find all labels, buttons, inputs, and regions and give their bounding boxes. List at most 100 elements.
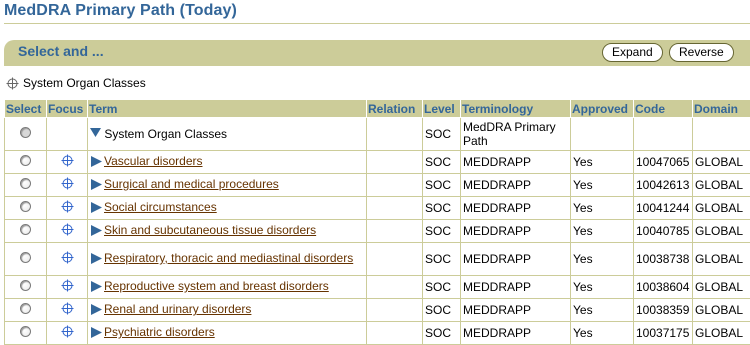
select-cell xyxy=(5,151,47,174)
select-radio xyxy=(20,127,31,138)
table-row: Renal and urinary disordersSOCMEDDRAPPYe… xyxy=(5,299,750,322)
focus-target-icon[interactable] xyxy=(61,154,74,167)
approved-cell xyxy=(571,118,634,151)
relation-cell xyxy=(367,322,423,345)
level-cell: SOC xyxy=(423,276,461,299)
focus-target-icon[interactable] xyxy=(61,302,74,315)
table-row: Reproductive system and breast disorders… xyxy=(5,276,750,299)
focus-target-icon[interactable] xyxy=(61,279,74,292)
code-cell: 10038604 xyxy=(634,276,693,299)
column-header-approved: Approved xyxy=(571,100,634,118)
select-cell xyxy=(5,276,47,299)
select-radio[interactable] xyxy=(20,201,31,212)
table-header-row: Select Focus Term Relation Level Termino… xyxy=(5,100,750,118)
focus-target-icon[interactable] xyxy=(6,77,19,90)
approved-cell: Yes xyxy=(571,151,634,174)
select-radio[interactable] xyxy=(20,252,31,263)
term-cell: System Organ Classes xyxy=(88,118,367,151)
focus-cell xyxy=(47,118,88,151)
approved-cell: Yes xyxy=(571,276,634,299)
level-cell: SOC xyxy=(423,220,461,243)
code-cell: 10038359 xyxy=(634,299,693,322)
relation-cell xyxy=(367,197,423,220)
focus-cell xyxy=(47,151,88,174)
focus-target-icon[interactable] xyxy=(61,325,74,338)
focus-cell xyxy=(47,243,88,276)
approved-cell: Yes xyxy=(571,197,634,220)
select-bar-title: Select and ... xyxy=(18,43,104,59)
focus-target-icon[interactable] xyxy=(61,251,74,264)
term-cell: Renal and urinary disorders xyxy=(88,299,367,322)
level-cell: SOC xyxy=(423,174,461,197)
expand-triangle-icon[interactable] xyxy=(90,327,102,341)
approved-cell: Yes xyxy=(571,322,634,345)
select-cell xyxy=(5,322,47,345)
terminology-cell: MEDDRAPP xyxy=(461,322,571,345)
expand-button[interactable]: Expand xyxy=(602,43,663,62)
focus-target-icon[interactable] xyxy=(61,223,74,236)
term-link[interactable]: Skin and subcutaneous tissue disorders xyxy=(104,223,316,237)
term-link[interactable]: Surgical and medical procedures xyxy=(104,177,279,191)
approved-cell: Yes xyxy=(571,174,634,197)
term-link[interactable]: Vascular disorders xyxy=(104,154,202,168)
term-link[interactable]: Renal and urinary disorders xyxy=(104,302,251,316)
reverse-button[interactable]: Reverse xyxy=(669,43,734,62)
expand-triangle-icon[interactable] xyxy=(90,156,102,170)
expand-triangle-icon[interactable] xyxy=(90,281,102,295)
focus-cell xyxy=(47,174,88,197)
relation-cell xyxy=(367,220,423,243)
relation-cell xyxy=(367,299,423,322)
select-radio[interactable] xyxy=(20,326,31,337)
column-header-code: Code xyxy=(634,100,693,118)
level-cell: SOC xyxy=(423,118,461,151)
code-cell: 10040785 xyxy=(634,220,693,243)
column-header-term: Term xyxy=(88,100,367,118)
term-cell: Psychiatric disorders xyxy=(88,322,367,345)
term-link[interactable]: Reproductive system and breast disorders xyxy=(104,279,329,293)
level-cell: SOC xyxy=(423,322,461,345)
expand-triangle-icon[interactable] xyxy=(90,304,102,318)
select-cell xyxy=(5,118,47,151)
expand-triangle-icon[interactable] xyxy=(90,179,102,193)
code-cell xyxy=(634,118,693,151)
focus-cell xyxy=(47,220,88,243)
select-radio[interactable] xyxy=(20,303,31,314)
expand-triangle-icon[interactable] xyxy=(90,253,102,267)
relation-cell xyxy=(367,276,423,299)
term-cell: Social circumstances xyxy=(88,197,367,220)
breadcrumb-label: System Organ Classes xyxy=(23,76,146,90)
domain-cell: GLOBAL xyxy=(693,220,750,243)
approved-cell: Yes xyxy=(571,243,634,276)
table-row: Psychiatric disordersSOCMEDDRAPPYes10037… xyxy=(5,322,750,345)
terminology-cell: MEDDRAPP xyxy=(461,299,571,322)
focus-target-icon[interactable] xyxy=(61,177,74,190)
select-cell xyxy=(5,197,47,220)
select-and-bar: Select and ... Expand Reverse xyxy=(4,40,750,66)
term-link[interactable]: Respiratory, thoracic and mediastinal di… xyxy=(104,251,353,265)
domain-cell: GLOBAL xyxy=(693,174,750,197)
table-row: Skin and subcutaneous tissue disorders SO… xyxy=(5,220,750,243)
focus-target-icon[interactable] xyxy=(61,200,74,213)
terminology-cell: MEDDRAPP xyxy=(461,174,571,197)
terminology-cell: MEDDRAPP xyxy=(461,220,571,243)
expand-triangle-icon[interactable] xyxy=(90,202,102,216)
domain-cell: GLOBAL xyxy=(693,299,750,322)
select-radio[interactable] xyxy=(20,178,31,189)
select-radio[interactable] xyxy=(20,224,31,235)
term-link[interactable]: Psychiatric disorders xyxy=(104,325,215,339)
table-row: Respiratory, thoracic and mediastinal di… xyxy=(5,243,750,276)
expand-triangle-icon[interactable] xyxy=(90,225,102,239)
select-radio[interactable] xyxy=(20,155,31,166)
domain-cell: GLOBAL xyxy=(693,243,750,276)
domain-cell: GLOBAL xyxy=(693,276,750,299)
level-cell: SOC xyxy=(423,243,461,276)
relation-cell xyxy=(367,151,423,174)
select-cell xyxy=(5,243,47,276)
relation-cell xyxy=(367,174,423,197)
focus-cell xyxy=(47,299,88,322)
table-row: Surgical and medical procedures SOCMEDDRA… xyxy=(5,174,750,197)
term-link[interactable]: Social circumstances xyxy=(104,200,217,214)
column-header-focus: Focus xyxy=(47,100,88,118)
collapse-triangle-icon[interactable] xyxy=(90,127,101,141)
select-radio[interactable] xyxy=(20,280,31,291)
